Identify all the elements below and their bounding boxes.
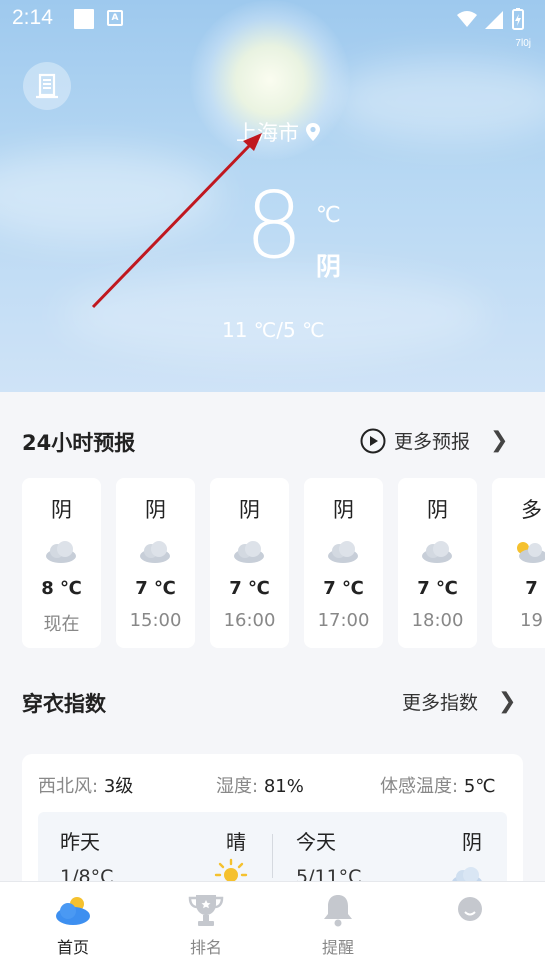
hour-card[interactable]: 多 7 19 — [492, 478, 545, 648]
play-circle-icon — [360, 428, 386, 453]
nav-home-label: 首页 — [56, 938, 89, 957]
nav-ranking-label: 排名 — [189, 938, 222, 957]
more-index-link[interactable]: 更多指数 ❯ — [402, 688, 516, 715]
hour-condition: 阴 — [427, 498, 448, 522]
wind-value: 3级 — [103, 776, 134, 797]
a-notification-icon: A — [107, 10, 123, 26]
nav-reminder[interactable]: 提醒 — [298, 892, 378, 958]
humidity-label: 湿度: — [216, 776, 259, 797]
city-name: 上海市 — [236, 121, 299, 145]
clothing-index-title: 穿衣指数 — [22, 692, 106, 716]
wind-info: 西北风: 3级 — [38, 772, 133, 798]
weather-hero: 2:14 A 7l0j 上海市 8 ℃ 阴 11 ℃/5 ℃ — [0, 0, 545, 392]
building-icon — [36, 73, 58, 99]
cloud-icon — [234, 541, 264, 563]
hour-time: 17:00 — [317, 610, 370, 631]
hour-time: 现在 — [43, 614, 80, 635]
hour-condition: 阴 — [333, 498, 354, 522]
current-temperature: 8 — [244, 172, 304, 279]
feels-like-value: 5℃ — [463, 776, 496, 797]
wifi-icon — [457, 11, 477, 27]
partly-cloudy-icon — [517, 542, 545, 563]
more-forecast-label: 更多预报 — [394, 431, 471, 453]
nav-home[interactable]: 首页 — [33, 892, 113, 958]
humidity-value: 81% — [263, 776, 304, 797]
current-condition: 阴 — [316, 252, 342, 281]
hour-temperature: 7 ℃ — [229, 578, 270, 599]
city-manage-button[interactable] — [23, 62, 71, 110]
temperature-unit: ℃ — [316, 203, 341, 228]
main-content: 24小时预报 更多预报 ❯ 阴 8 ℃ 现在 阴 7 ℃ 15:00 阴 7 ℃… — [0, 392, 545, 902]
cloud-wisp — [60, 270, 490, 360]
humidity-info: 湿度: 81% — [216, 772, 304, 798]
hour-temperature: 7 ℃ — [417, 578, 458, 599]
hour-condition: 阴 — [51, 498, 72, 522]
hour-time: 19 — [520, 610, 543, 631]
hour-card[interactable]: 阴 7 ℃ 16:00 — [210, 478, 289, 648]
hour-time: 16:00 — [223, 610, 276, 631]
wind-label: 西北风: — [38, 776, 99, 797]
hour-card[interactable]: 阴 8 ℃ 现在 — [22, 478, 101, 648]
nav-ranking[interactable]: 排名 — [166, 892, 246, 958]
forecast-24h-title: 24小时预报 — [22, 431, 136, 455]
clothing-index-card: 西北风: 3级 湿度: 81% 体感温度: 5℃ 昨天 晴 1/8°C 今天 阴… — [22, 754, 523, 902]
status-bar: 2:14 A 7l0j — [0, 0, 545, 49]
profile-icon — [458, 897, 482, 921]
chevron-right-icon: ❯ — [498, 689, 517, 714]
network-speed: 7l0j — [515, 38, 531, 49]
today-condition: 阴 — [462, 830, 482, 854]
divider — [272, 834, 273, 878]
location-label[interactable]: 上海市 — [236, 117, 321, 147]
nav-profile[interactable] — [430, 892, 510, 934]
hour-card[interactable]: 阴 7 ℃ 17:00 — [304, 478, 383, 648]
home-weather-icon — [56, 897, 90, 925]
hour-time: 15:00 — [129, 610, 182, 631]
notification-square-icon — [74, 9, 94, 29]
more-index-label: 更多指数 — [402, 692, 479, 714]
cloud-wisp — [330, 60, 545, 140]
hour-card[interactable]: 阴 7 ℃ 18:00 — [398, 478, 477, 648]
hour-temperature: 8 ℃ — [41, 578, 82, 599]
hour-condition: 阴 — [239, 498, 260, 522]
hourly-forecast-list[interactable]: 阴 8 ℃ 现在 阴 7 ℃ 15:00 阴 7 ℃ 16:00 阴 7 ℃ 1… — [22, 478, 545, 648]
signal-icon — [485, 11, 503, 29]
hour-temperature: 7 — [525, 578, 538, 599]
status-time: 2:14 — [12, 6, 53, 29]
cloud-icon — [46, 541, 76, 563]
feels-like-info: 体感温度: 5℃ — [380, 772, 495, 798]
more-forecast-link[interactable]: 更多预报 ❯ — [360, 427, 508, 454]
today-label: 今天 — [296, 830, 336, 854]
yesterday-condition: 晴 — [226, 830, 246, 854]
hour-condition: 阴 — [145, 498, 166, 522]
cloud-icon — [328, 541, 358, 563]
hour-card[interactable]: 阴 7 ℃ 15:00 — [116, 478, 195, 648]
bottom-navigation: 首页 排名 提醒 — [0, 882, 545, 970]
hour-time: 18:00 — [411, 610, 464, 631]
temperature-range: 11 ℃/5 ℃ — [222, 318, 325, 342]
yesterday-label: 昨天 — [60, 830, 100, 854]
trophy-icon — [188, 895, 224, 926]
bell-icon — [324, 895, 352, 927]
cloud-icon — [422, 541, 452, 563]
hour-temperature: 7 ℃ — [135, 578, 176, 599]
hour-condition: 多 — [521, 498, 542, 522]
nav-reminder-label: 提醒 — [321, 938, 354, 957]
status-icons — [457, 8, 524, 30]
cloud-icon — [140, 541, 170, 563]
hour-temperature: 7 ℃ — [323, 578, 364, 599]
feels-like-label: 体感温度: — [380, 776, 459, 797]
cloud-wisp — [0, 150, 220, 240]
chevron-right-icon: ❯ — [490, 428, 509, 453]
location-pin-icon — [306, 123, 320, 141]
